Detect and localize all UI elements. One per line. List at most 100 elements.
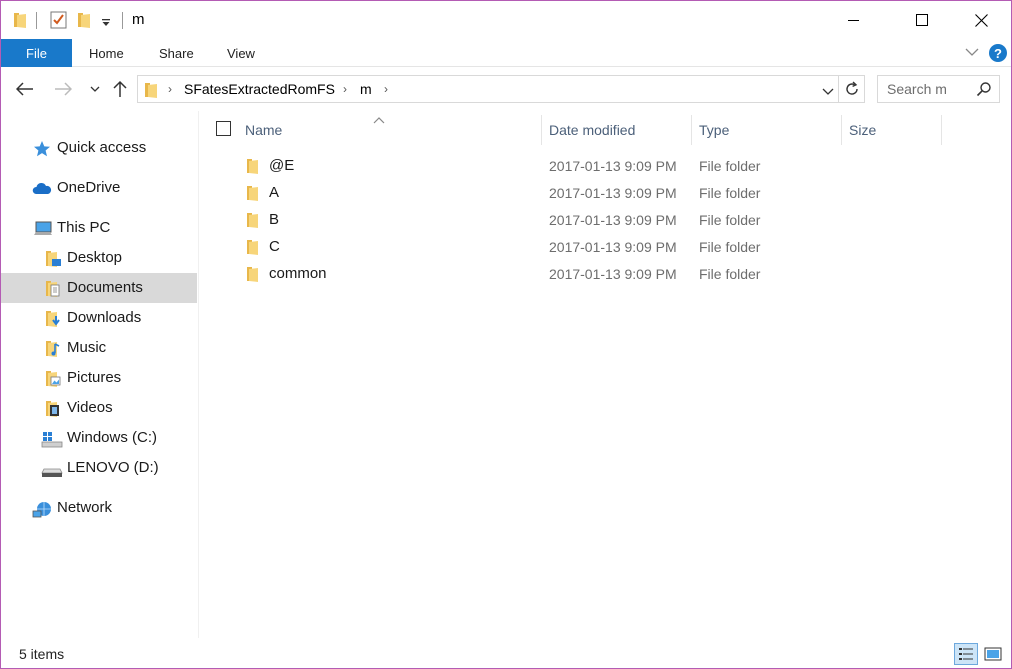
forward-arrow-icon	[55, 82, 72, 96]
column-divider[interactable]	[841, 115, 842, 145]
search-input[interactable]	[878, 76, 973, 102]
expand-ribbon-icon[interactable]	[964, 44, 980, 63]
nav-item-downloads[interactable]: Downloads	[1, 303, 197, 333]
table-row[interactable]: common 2017-01-13 9:09 PM File folder	[200, 261, 960, 288]
folder-icon	[144, 81, 158, 102]
title-bar: m	[1, 1, 1011, 39]
large-icons-view-icon	[984, 647, 1002, 661]
folder-icon	[246, 185, 259, 205]
details-view-button[interactable]	[954, 643, 978, 665]
pictures-folder-icon	[45, 370, 63, 388]
file-name: A	[269, 184, 280, 201]
large-icons-view-button[interactable]	[981, 643, 1005, 665]
maximize-button[interactable]	[899, 1, 945, 39]
star-icon	[33, 140, 51, 158]
table-row[interactable]: @E 2017-01-13 9:09 PM File folder	[200, 153, 960, 180]
refresh-button[interactable]	[839, 75, 865, 103]
column-divider[interactable]	[691, 115, 692, 145]
search-box[interactable]	[877, 75, 1000, 103]
nav-item-label: Documents	[67, 279, 143, 296]
column-header-date-modified[interactable]: Date modified	[549, 115, 635, 145]
file-date: 2017-01-13 9:09 PM	[549, 266, 677, 282]
tab-view[interactable]: View	[227, 39, 255, 67]
nav-item-label: OneDrive	[57, 179, 121, 196]
breadcrumb-m[interactable]: m	[360, 81, 372, 97]
file-type: File folder	[699, 212, 761, 228]
ribbon-tabs: File Home Share View ?	[1, 39, 1011, 67]
folder-icon	[246, 266, 259, 286]
file-type: File folder	[699, 239, 761, 255]
nav-item-pictures[interactable]: Pictures	[1, 363, 197, 393]
breadcrumb-chevron-icon[interactable]: ›	[168, 82, 172, 96]
up-arrow-icon	[113, 80, 127, 97]
search-icon[interactable]	[976, 81, 992, 100]
file-date: 2017-01-13 9:09 PM	[549, 212, 677, 228]
breadcrumb-chevron-icon[interactable]: ›	[384, 82, 388, 96]
nav-item-label: Pictures	[67, 369, 122, 386]
chevron-down-icon	[90, 86, 100, 92]
tab-file[interactable]: File	[1, 39, 72, 67]
minimize-icon	[848, 20, 859, 21]
nav-item-onedrive[interactable]: OneDrive	[1, 173, 197, 203]
nav-item-label: Windows (C:)	[67, 429, 158, 446]
nav-item-videos[interactable]: Videos	[1, 393, 197, 423]
status-bar: 5 items	[1, 638, 1011, 668]
address-history-dropdown[interactable]	[822, 84, 834, 100]
close-icon	[974, 13, 988, 27]
nav-item-label: This PC	[57, 219, 111, 236]
address-bar[interactable]: › SFatesExtractedRomFS › m ›	[137, 75, 839, 103]
file-type: File folder	[699, 185, 761, 201]
column-divider[interactable]	[941, 115, 942, 145]
sort-ascending-icon	[373, 111, 385, 127]
close-button[interactable]	[958, 1, 1004, 39]
computer-icon	[33, 220, 52, 238]
nav-item-this-pc[interactable]: This PC	[1, 213, 197, 243]
select-all-checkbox[interactable]	[216, 121, 231, 136]
refresh-icon	[845, 81, 858, 95]
column-header-name[interactable]: Name	[245, 115, 282, 145]
nav-item-desktop[interactable]: Desktop	[1, 243, 197, 273]
window-title: m	[132, 11, 145, 28]
breadcrumb-chevron-icon[interactable]: ›	[343, 82, 347, 96]
tab-share[interactable]: Share	[159, 39, 194, 67]
back-button[interactable]	[13, 76, 37, 102]
recent-locations-button[interactable]	[83, 76, 107, 102]
table-row[interactable]: A 2017-01-13 9:09 PM File folder	[200, 180, 960, 207]
nav-item-lenovo-d[interactable]: LENOVO (D:)	[1, 453, 197, 483]
column-divider[interactable]	[541, 115, 542, 145]
file-date: 2017-01-13 9:09 PM	[549, 158, 677, 174]
tab-home[interactable]: Home	[89, 39, 124, 67]
nav-item-network[interactable]: Network	[1, 493, 197, 523]
file-date: 2017-01-13 9:09 PM	[549, 239, 677, 255]
table-row[interactable]: C 2017-01-13 9:09 PM File folder	[200, 234, 960, 261]
nav-item-windows-c[interactable]: Windows (C:)	[1, 423, 197, 453]
folder-icon	[13, 11, 27, 32]
file-date: 2017-01-13 9:09 PM	[549, 185, 677, 201]
customize-toolbar-icon[interactable]	[101, 15, 111, 31]
forward-button[interactable]	[51, 76, 75, 102]
properties-icon[interactable]	[50, 10, 68, 33]
navigation-bar: › SFatesExtractedRomFS › m ›	[1, 67, 1011, 111]
maximize-icon	[916, 14, 928, 26]
nav-item-documents[interactable]: Documents	[1, 273, 197, 303]
file-type: File folder	[699, 266, 761, 282]
column-header-type[interactable]: Type	[699, 115, 729, 145]
item-count: 5 items	[19, 646, 65, 662]
nav-item-quick-access[interactable]: Quick access	[1, 133, 197, 163]
drive-icon	[41, 460, 63, 478]
minimize-button[interactable]	[831, 1, 877, 39]
chevron-down-icon	[822, 88, 834, 95]
nav-item-label: Music	[67, 339, 107, 356]
nav-item-music[interactable]: Music	[1, 333, 197, 363]
network-icon	[32, 500, 51, 518]
file-name: C	[269, 238, 280, 255]
breadcrumb-sfates[interactable]: SFatesExtractedRomFS	[184, 81, 335, 97]
up-button[interactable]	[108, 76, 132, 102]
nav-item-label: LENOVO (D:)	[67, 459, 159, 476]
nav-item-label: Network	[57, 499, 113, 516]
column-header-size[interactable]: Size	[849, 115, 876, 145]
help-icon[interactable]: ?	[989, 44, 1007, 62]
new-folder-icon[interactable]	[77, 11, 91, 32]
table-row[interactable]: B 2017-01-13 9:09 PM File folder	[200, 207, 960, 234]
desktop-folder-icon	[45, 250, 63, 268]
